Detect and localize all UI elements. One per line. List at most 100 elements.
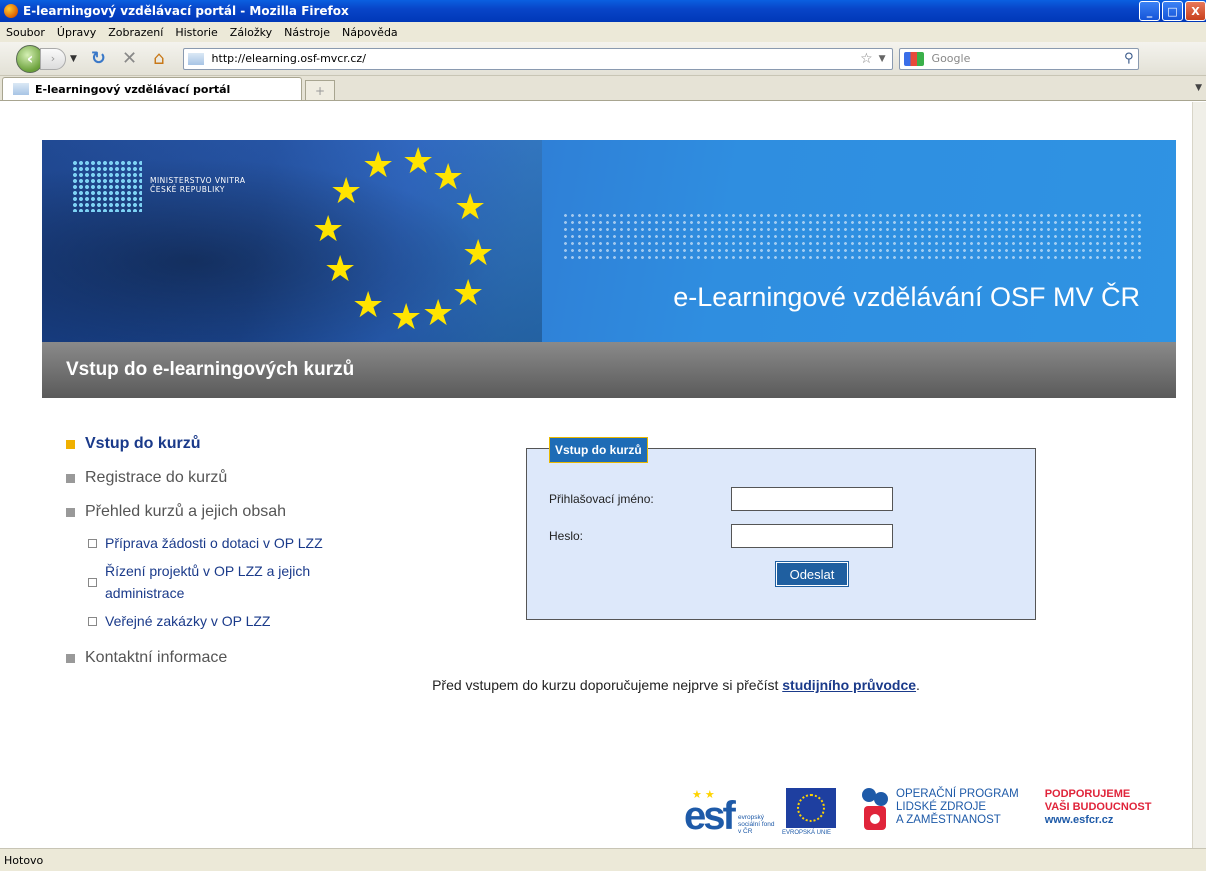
menu-nastroje[interactable]: Nástroje (284, 26, 330, 39)
reload-icon[interactable]: ↻ (91, 48, 106, 69)
sidebar-subitem-zakazky[interactable]: Veřejné zakázky v OP LZZ (88, 607, 386, 635)
banner-title: e-Learningové vzdělávání OSF MV ČR (673, 282, 1140, 312)
ministry-logo-mark (72, 160, 142, 212)
firefox-icon (4, 4, 18, 18)
guide-note: Před vstupem do kurzu doporučujeme nejpr… (0, 677, 1192, 693)
esf-letters: esf (684, 794, 736, 838)
password-label: Heslo: (549, 529, 584, 543)
arrow-right-icon: › (50, 52, 56, 65)
tab-active[interactable]: E-learningový vzdělávací portál (2, 77, 302, 100)
sidebar-item-kontakt[interactable]: Kontaktní informace (66, 641, 386, 675)
op-lzz-text: OPERAČNÍ PROGRAM LIDSKÉ ZDROJE A ZAMĚSTN… (896, 788, 1019, 827)
maximize-button[interactable]: □ (1162, 1, 1183, 21)
sidebar-item-label: Kontaktní informace (85, 649, 228, 666)
page-viewport: ★ ★ ★ ★ ★ ★ ★ ★ ★ ★ ★ ★ MINISTERSTVO VNI… (0, 102, 1192, 848)
sidebar-navigation: Vstup do kurzů Registrace do kurzů Přehl… (66, 427, 386, 675)
op-line1: OPERAČNÍ PROGRAM (896, 788, 1019, 800)
page-heading-bar: Vstup do e-learningových kurzů (42, 342, 1176, 398)
sidebar-item-prehled[interactable]: Přehled kurzů a jejich obsah (66, 495, 386, 529)
minimize-button[interactable]: _ (1139, 1, 1160, 21)
support-line2: VAŠI BUDOUCNOST (1044, 801, 1152, 813)
password-row: Heslo: (549, 524, 893, 548)
login-form-legend: Vstup do kurzů (549, 437, 648, 463)
search-icon[interactable]: ⚲ (1124, 51, 1134, 66)
password-input[interactable] (731, 524, 893, 548)
sidebar-subitem-label: Příprava žádosti o dotaci v OP LZZ (105, 535, 323, 551)
sidebar-subitem-priprava[interactable]: Příprava žádosti o dotaci v OP LZZ (88, 529, 386, 557)
ministry-logo-line2: ČESKÉ REPUBLIKY (150, 185, 226, 194)
tab-bar: E-learningový vzdělávací portál + ▼ (0, 76, 1206, 101)
ministry-logo: MINISTERSTVO VNITRA ČESKÉ REPUBLIKY (72, 160, 246, 212)
op-line2: LIDSKÉ ZDROJE (896, 801, 987, 813)
arrow-left-icon: ‹ (26, 49, 34, 68)
sub-bullet-icon (88, 538, 97, 548)
home-icon[interactable]: ⌂ (153, 48, 164, 69)
stop-icon[interactable]: ✕ (122, 48, 137, 69)
username-row: Přihlašovací jméno: (549, 487, 893, 511)
study-guide-link[interactable]: studijního průvodce (782, 677, 916, 693)
bullet-icon (66, 507, 75, 517)
site-favicon-icon (187, 52, 204, 65)
sub-bullet-icon (88, 577, 97, 587)
plus-icon: + (314, 83, 326, 98)
eu-stars-image: ★ ★ ★ ★ ★ ★ ★ ★ ★ ★ ★ ★ (312, 141, 495, 338)
sidebar-item-label: Vstup do kurzů (85, 435, 201, 452)
menu-napoveda[interactable]: Nápověda (342, 26, 398, 39)
tab-label: E-learningový vzdělávací portál (35, 82, 231, 96)
sidebar-subitem-rizeni[interactable]: Řízení projektů v OP LZZ a jejich admini… (88, 557, 386, 607)
search-placeholder: Google (931, 52, 971, 65)
bullet-icon (66, 653, 75, 663)
window-titlebar: E-learningový vzdělávací portál - Mozill… (0, 0, 1206, 22)
url-dropdown-icon[interactable]: ▼ (879, 54, 886, 64)
navigation-toolbar: ‹ › ▼ ↻ ✕ ⌂ http://elearning.osf-mvcr.cz… (0, 42, 1206, 76)
support-url: www.esfcr.cz (1044, 814, 1114, 826)
window-controls: _ □ X (1139, 1, 1206, 21)
footer-logos: ★ ★ esf evropský sociální fond v ČR EVRO… (684, 788, 1151, 840)
status-bar: Hotovo (0, 848, 1206, 871)
page-title: Vstup do e-learningových kurzů (66, 359, 355, 380)
support-line1: PODPORUJEME (1044, 788, 1131, 800)
sidebar-item-registrace[interactable]: Registrace do kurzů (66, 461, 386, 495)
guide-note-end: . (916, 677, 920, 693)
eu-flag-logo: EVROPSKÁ UNIE (782, 788, 836, 836)
esf-logo: ★ ★ esf evropský sociální fond v ČR (684, 788, 776, 840)
menu-historie[interactable]: Historie (175, 26, 217, 39)
sidebar-subitem-label: Veřejné zakázky v OP LZZ (105, 613, 271, 629)
url-text: http://elearning.osf-mvcr.cz/ (211, 52, 366, 65)
close-button[interactable]: X (1185, 1, 1206, 21)
tab-favicon-icon (13, 83, 29, 95)
eu-caption: EVROPSKÁ UNIE (782, 830, 832, 836)
menu-zobrazeni[interactable]: Zobrazení (108, 26, 163, 39)
tab-list-icon[interactable]: ▼ (1195, 83, 1202, 93)
status-text: Hotovo (4, 853, 44, 867)
sidebar-item-label: Registrace do kurzů (85, 469, 228, 486)
url-bar[interactable]: http://elearning.osf-mvcr.cz/ ☆ ▼ (182, 47, 893, 70)
ministry-logo-line1: MINISTERSTVO VNITRA (150, 176, 246, 185)
search-bar[interactable]: Google ⚲ (898, 47, 1139, 70)
forward-button[interactable]: › (40, 47, 66, 70)
op-lzz-logo: OPERAČNÍ PROGRAM LIDSKÉ ZDROJE A ZAMĚSTN… (862, 788, 1019, 832)
new-tab-button[interactable]: + (305, 80, 335, 100)
google-icon[interactable] (903, 51, 924, 66)
bullet-icon (66, 439, 75, 449)
support-slogan: PODPORUJEME VAŠI BUDOUCNOST www.esfcr.cz (1045, 788, 1152, 827)
submit-button[interactable]: Odeslat (775, 561, 849, 587)
vertical-scrollbar[interactable] (1192, 102, 1206, 848)
eu-star-ring-icon (797, 794, 825, 822)
menu-upravy[interactable]: Úpravy (57, 26, 96, 39)
menu-soubor[interactable]: Soubor (6, 26, 45, 39)
history-dropdown-icon[interactable]: ▼ (70, 54, 77, 64)
sidebar-item-vstup[interactable]: Vstup do kurzů (66, 427, 386, 461)
menu-bar: Soubor Úpravy Zobrazení Historie Záložky… (0, 22, 1206, 42)
sidebar-subitem-label: Řízení projektů v OP LZZ a jejich admini… (105, 563, 311, 601)
sidebar-item-label: Přehled kurzů a jejich obsah (85, 503, 287, 520)
header-banner: ★ ★ ★ ★ ★ ★ ★ ★ ★ ★ ★ ★ MINISTERSTVO VNI… (42, 140, 1176, 342)
window-title: E-learningový vzdělávací portál - Mozill… (23, 4, 349, 18)
guide-note-text: Před vstupem do kurzu doporučujeme nejpr… (432, 677, 783, 693)
bookmark-star-icon[interactable]: ☆ (860, 51, 873, 67)
sub-bullet-icon (88, 616, 97, 626)
login-form: Vstup do kurzů Přihlašovací jméno: Heslo… (526, 437, 1036, 620)
username-input[interactable] (731, 487, 893, 511)
menu-zalozky[interactable]: Záložky (230, 26, 272, 39)
op-line3: A ZAMĚSTNANOST (896, 814, 1001, 826)
